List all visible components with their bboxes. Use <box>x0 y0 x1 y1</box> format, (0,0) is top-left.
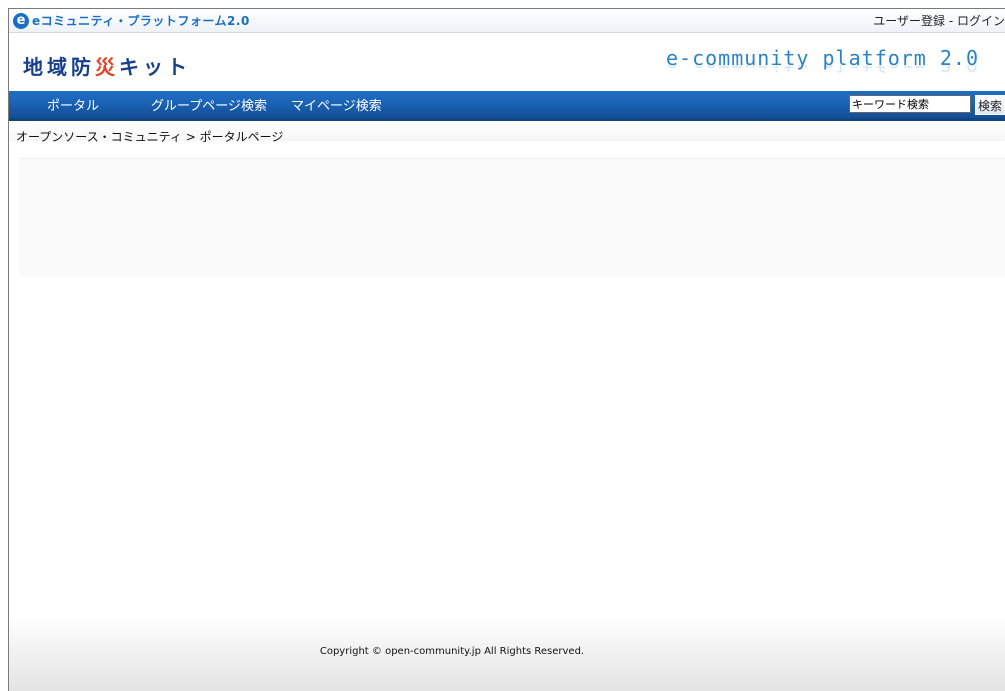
site-title-part1: 地域防 <box>23 55 95 79</box>
e-logo-icon: e <box>13 12 29 29</box>
platform-logo: e-community platform 2.0 e-community pla… <box>666 46 979 74</box>
browser-frame: e eコミュニティ・プラットフォーム2.0 ユーザー登録 - ログイン 地域防災… <box>8 8 1005 691</box>
nav-item-portal[interactable]: ポータル <box>47 95 99 114</box>
top-bar: e eコミュニティ・プラットフォーム2.0 ユーザー登録 - ログイン <box>9 9 1005 33</box>
site-title[interactable]: 地域防災キット <box>23 51 191 80</box>
search-button[interactable]: 検索 <box>974 95 1005 115</box>
footer: Copyright © open-community.jp All Rights… <box>9 616 1005 691</box>
site-header: 地域防災キット e-community platform 2.0 e-commu… <box>9 33 1005 91</box>
brand[interactable]: e eコミュニティ・プラットフォーム2.0 <box>9 12 250 29</box>
keyword-search-input[interactable] <box>848 95 971 113</box>
nav-item-group-search[interactable]: グループページ検索 <box>151 95 267 114</box>
site-title-accent: 災 <box>95 55 119 79</box>
copyright-text: Copyright © open-community.jp All Rights… <box>319 646 585 657</box>
login-link[interactable]: ログイン <box>957 14 1005 28</box>
platform-reflection: e-community platform 2.0 <box>666 65 979 74</box>
brand-text: eコミュニティ・プラットフォーム2.0 <box>32 14 250 28</box>
register-link[interactable]: ユーザー登録 <box>873 14 945 28</box>
link-separator: - <box>945 14 957 28</box>
portal-content-area <box>19 158 1005 277</box>
main-nav: ポータル グループページ検索 マイページ検索 検索 <box>9 91 1005 121</box>
breadcrumb: オープンソース・コミュニティ > ポータルページ <box>9 121 1005 144</box>
site-title-part2: キット <box>119 55 191 79</box>
top-links: ユーザー登録 - ログイン <box>873 12 1005 29</box>
nav-item-mypage-search[interactable]: マイページ検索 <box>291 95 382 114</box>
search-box: 検索 <box>848 95 1005 115</box>
